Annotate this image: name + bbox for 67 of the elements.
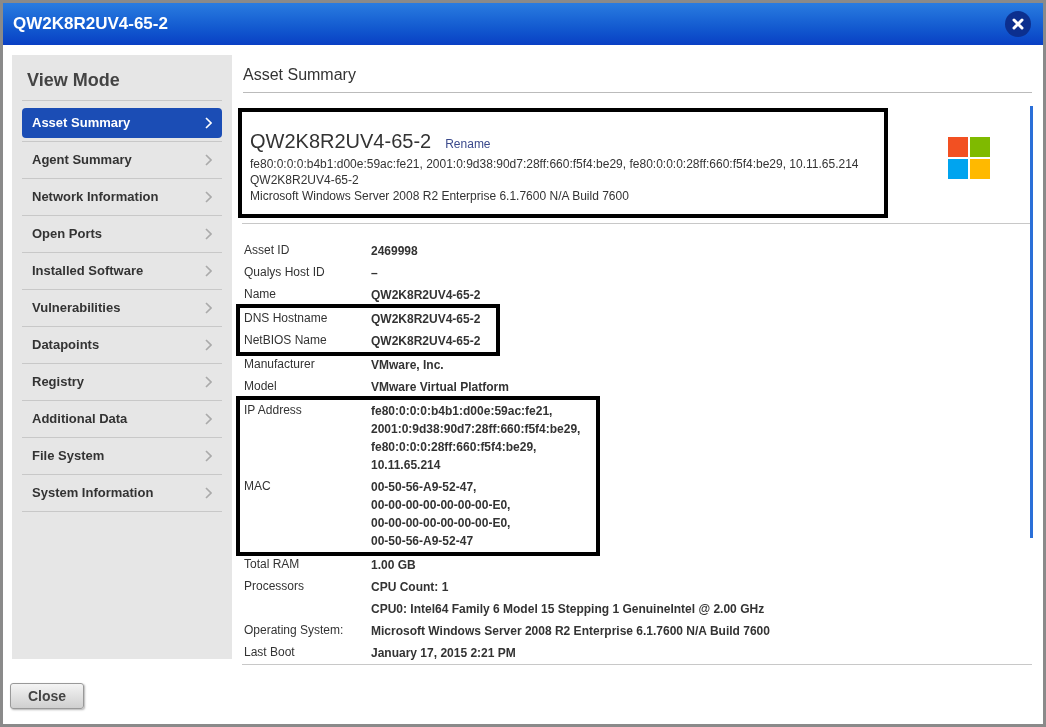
close-button[interactable]: Close (10, 683, 84, 709)
sidebar-item[interactable]: Network Information (22, 182, 222, 212)
field-value: 1.00 GB (371, 557, 416, 574)
sidebar-item[interactable]: Datapoints (22, 330, 222, 360)
field-label: Last Boot (244, 644, 296, 661)
field-label: Operating System: (244, 622, 345, 639)
field-value: 10.11.65.214 (371, 457, 442, 474)
field-value: 2001:0:9d38:90d7:28ff:660:f5f4:be29, (371, 421, 581, 438)
chevron-icon (205, 487, 212, 499)
field-value: VMware, Inc. (371, 357, 444, 374)
chevron-icon (205, 450, 212, 462)
asset-info: Microsoft Windows Server 2008 R2 Enterprise 6.1.7600 N/A Build 7600 (250, 188, 630, 204)
chevron-icon (205, 265, 212, 277)
sidebar-item[interactable]: Open Ports (22, 219, 222, 249)
field-value: 00-50-56-A9-52-47, (371, 479, 478, 496)
sidebar-item[interactable]: Asset Summary (22, 108, 222, 138)
chevron-icon (205, 339, 212, 351)
chevron-icon (205, 376, 212, 388)
chevron-icon (205, 302, 212, 314)
field-value: – (371, 265, 378, 282)
field-label: Processors (244, 578, 306, 595)
rename-link[interactable]: Rename (445, 135, 491, 153)
field-label: Total RAM (244, 556, 301, 573)
sidebar-item[interactable]: Installed Software (22, 256, 222, 286)
sidebar-item[interactable]: Agent Summary (22, 145, 222, 175)
sidebar-title: View Mode (22, 67, 222, 101)
sidebar-item[interactable]: Additional Data (22, 404, 222, 434)
section-title: Asset Summary (243, 55, 1032, 93)
field-label: Asset ID (244, 242, 291, 259)
field-value: CPU Count: 1 (371, 579, 450, 596)
field-label: DNS Hostname (244, 310, 329, 327)
field-label: Manufacturer (244, 356, 316, 373)
field-label: Model (244, 378, 278, 395)
chevron-icon (205, 154, 212, 166)
field-value: fe80:0:0:0:28ff:660:f5f4:be29, (371, 439, 538, 456)
field-value: 00-50-56-A9-52-47 (371, 533, 475, 550)
asset-info: fe80:0:0:0:b4b1:d00e:59ac:fe21, 2001:0:9d38:90d7:28ff:660:f5f4:be29, fe80:0:0:0:28ff:660:f5f4:be29, 10.11.65.214 (250, 156, 860, 172)
windows-logo-icon (948, 137, 990, 179)
field-label: Qualys Host ID (244, 264, 326, 281)
asset-name: QW2K8R2UV4-65-2 (250, 129, 432, 154)
window-title: QW2K8R2UV4-65-2 (13, 13, 168, 36)
field-label: Name (244, 286, 277, 303)
field-label: MAC (244, 478, 272, 495)
field-value: January 17, 2015 2:21 PM (371, 645, 516, 662)
field-value: QW2K8R2UV4-65-2 (371, 311, 481, 328)
sidebar-item[interactable]: Vulnerabilities (22, 293, 222, 323)
field-value: 00-00-00-00-00-00-00-E0, (371, 497, 511, 514)
field-value: QW2K8R2UV4-65-2 (371, 287, 481, 304)
scrollbar[interactable] (1030, 106, 1033, 538)
field-value: fe80:0:0:0:b4b1:d00e:59ac:fe21, (371, 403, 554, 420)
sidebar-item[interactable]: File System (22, 441, 222, 471)
field-label: IP Address (244, 402, 303, 419)
field-label: NetBIOS Name (244, 332, 328, 349)
field-value: Microsoft Windows Server 2008 R2 Enterprise 6.1.7600 N/A Build 7600 (371, 623, 770, 640)
sidebar-item[interactable]: Registry (22, 367, 222, 397)
field-value: CPU0: Intel64 Family 6 Model 15 Stepping 1 GenuineIntel @ 2.00 GHz (371, 601, 765, 618)
chevron-icon (205, 117, 212, 129)
chevron-icon (205, 413, 212, 425)
field-value: 2469998 (371, 243, 418, 260)
sidebar-item[interactable]: System Information (22, 478, 222, 508)
close-icon[interactable] (1005, 11, 1031, 37)
field-value: QW2K8R2UV4-65-2 (371, 333, 481, 350)
field-value: 00-00-00-00-00-00-00-E0, (371, 515, 511, 532)
field-value: VMware Virtual Platform (371, 379, 509, 396)
asset-info: QW2K8R2UV4-65-2 (250, 172, 360, 188)
chevron-icon (205, 228, 212, 240)
chevron-icon (205, 191, 212, 203)
